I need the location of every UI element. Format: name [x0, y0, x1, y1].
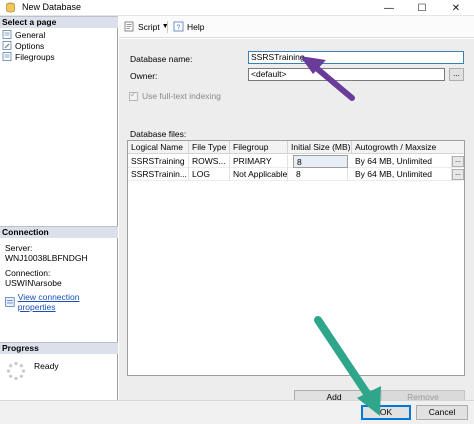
fulltext-indexing-checkbox[interactable]	[129, 90, 138, 101]
logical-name-cell[interactable]: SSRSTraining	[128, 155, 189, 168]
owner-label: Owner:	[130, 71, 158, 81]
properties-icon	[5, 297, 15, 307]
select-page-header: Select a page	[0, 16, 118, 28]
page-item-label: Filegroups	[15, 51, 55, 62]
close-button[interactable]: ✕	[439, 0, 473, 16]
page-item-filegroups[interactable]: Filegroups	[2, 51, 55, 62]
column-header-initial-size[interactable]: Initial Size (MB)	[288, 141, 352, 154]
connection-value: USWIN\arsobe	[5, 278, 62, 288]
view-connection-properties-link[interactable]: View connection properties	[5, 292, 117, 312]
autogrowth-ellipsis-button[interactable]: ...	[452, 156, 464, 167]
page-item-label: Options	[15, 40, 45, 51]
maximize-icon: ☐	[417, 2, 427, 14]
toolbar-divider	[167, 21, 168, 33]
maximize-button[interactable]: ☐	[405, 0, 439, 16]
database-name-input[interactable]: SSRSTraining	[248, 51, 464, 64]
initial-size-input[interactable]: 8	[293, 155, 348, 168]
page-icon	[2, 30, 12, 39]
progress-spinner-icon	[6, 361, 26, 381]
minimize-icon: —	[384, 2, 394, 14]
toolbar: Script ▼ ? Help	[119, 16, 474, 38]
progress-status: Ready	[34, 361, 59, 371]
database-name-label: Database name:	[130, 54, 193, 64]
fulltext-indexing-label: Use full-text indexing	[142, 91, 221, 101]
title-bar: New Database — ☐ ✕	[0, 0, 474, 16]
progress-header: Progress	[0, 342, 118, 354]
file-type-cell[interactable]: ROWS...	[189, 155, 230, 168]
left-pane: Select a page General Options Filegroups…	[0, 16, 118, 400]
fulltext-indexing-row[interactable]: Use full-text indexing	[129, 90, 221, 101]
general-page-content: Database name: SSRSTraining Owner: <defa…	[119, 39, 474, 405]
right-pane: Script ▼ ? Help Database name: SSRSTrain…	[119, 16, 474, 405]
wrench-icon	[2, 41, 12, 50]
database-app-icon	[6, 2, 15, 13]
column-header-filegroup[interactable]: Filegroup	[230, 141, 288, 154]
server-label: Server:	[5, 243, 33, 253]
server-value: WNJ10038LBFNDGH	[5, 253, 88, 263]
svg-text:?: ?	[177, 24, 181, 31]
column-header-autogrowth[interactable]: Autogrowth / Maxsize	[352, 141, 464, 154]
initial-size-input[interactable]: 8	[293, 168, 348, 181]
help-icon: ?	[173, 21, 184, 32]
view-connection-properties-label: View connection properties	[17, 292, 80, 312]
column-header-file-type[interactable]: File Type	[189, 141, 230, 154]
script-icon	[124, 21, 134, 32]
help-label: Help	[187, 21, 205, 32]
minimize-button[interactable]: —	[372, 0, 406, 16]
connection-header: Connection	[0, 226, 118, 238]
table-row[interactable]: SSRSTraining ROWS... PRIMARY 8 By 64 MB,…	[128, 155, 464, 168]
dialog-button-bar: OK Cancel	[0, 400, 474, 424]
autogrowth-cell: By 64 MB, Unlimited	[352, 168, 452, 181]
grid-header-row: Logical Name File Type Filegroup Initial…	[128, 141, 464, 154]
page-item-options[interactable]: Options	[2, 40, 44, 51]
owner-browse-button[interactable]: ...	[449, 68, 464, 81]
help-button[interactable]: ? Help	[173, 21, 204, 32]
logical-name-cell[interactable]: SSRSTrainin...	[128, 168, 189, 181]
autogrowth-cell: By 64 MB, Unlimited	[352, 155, 452, 168]
page-item-general[interactable]: General	[2, 29, 45, 40]
database-files-label: Database files:	[130, 129, 187, 139]
ok-button[interactable]: OK	[361, 405, 411, 420]
autogrowth-ellipsis-button[interactable]: ...	[452, 169, 464, 180]
database-files-grid: Logical Name File Type Filegroup Initial…	[127, 140, 465, 376]
script-label: Script	[138, 21, 160, 32]
filegroup-cell[interactable]: PRIMARY	[230, 155, 288, 168]
script-button[interactable]: Script ▼	[124, 21, 169, 32]
close-icon: ✕	[451, 2, 461, 14]
column-header-logical-name[interactable]: Logical Name	[128, 141, 189, 154]
owner-input[interactable]: <default>	[248, 68, 445, 81]
file-type-cell[interactable]: LOG	[189, 168, 230, 181]
table-row[interactable]: SSRSTrainin... LOG Not Applicable 8 By 6…	[128, 168, 464, 181]
cancel-button[interactable]: Cancel	[416, 405, 468, 420]
filegroup-cell[interactable]: Not Applicable	[230, 168, 288, 181]
page-item-label: General	[15, 29, 46, 40]
connection-label: Connection:	[5, 268, 51, 278]
page-icon	[2, 52, 12, 61]
window-title: New Database	[22, 2, 82, 12]
